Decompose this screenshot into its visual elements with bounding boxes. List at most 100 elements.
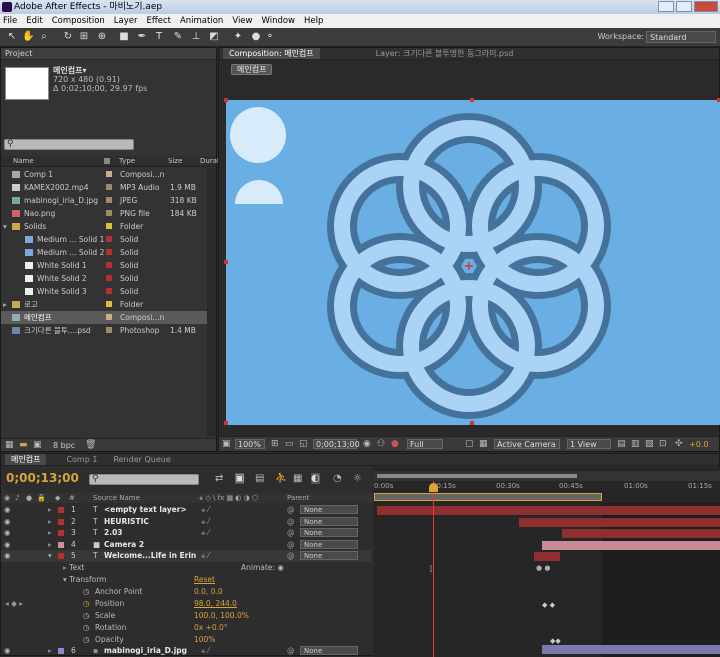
parent-select[interactable]: None (300, 516, 358, 526)
eye-icon[interactable]: ◉ (4, 645, 11, 657)
hide-shy-icon[interactable]: ⛹ (275, 473, 287, 484)
axis-mode-icon[interactable]: ⚬ (264, 31, 276, 43)
label-swatch[interactable] (106, 262, 112, 268)
pen-tool-icon[interactable]: ✒ (136, 31, 148, 43)
interpret-footage-icon[interactable]: ▦ (5, 440, 14, 450)
comp-nav-button[interactable]: 메인컴프 (231, 64, 273, 75)
label-swatch[interactable] (58, 507, 64, 513)
toggle-pixel-icon[interactable]: ▤ (617, 439, 626, 449)
lock-icon[interactable]: 🔒 (37, 493, 46, 503)
disclosure-closed-icon[interactable]: ▸ (3, 298, 7, 311)
column-source-name[interactable]: Source Name (93, 493, 140, 503)
column-name[interactable]: Name (13, 156, 34, 167)
snapshot-icon[interactable]: ◉ (363, 439, 371, 449)
table-row[interactable]: ◉ ▸ 3 T 2.03 ⚹ ⁄ @ None (1, 527, 371, 539)
layer-switches-icon[interactable]: ⚹ ⁄ (201, 645, 209, 657)
list-item[interactable]: Nao.png PNG file 184 KB (1, 207, 216, 220)
trash-icon[interactable]: 🗑 (85, 440, 96, 450)
tab-comp-1[interactable]: Comp 1 (58, 454, 105, 465)
solo-icon[interactable]: ● (26, 493, 32, 503)
menu-window[interactable]: Window (261, 16, 295, 26)
camera-tool-icon[interactable]: ⊞ (78, 31, 90, 43)
exposure-value[interactable]: +0.0 (689, 440, 708, 449)
parent-select[interactable]: None (300, 551, 358, 560)
label-swatch[interactable] (106, 223, 112, 229)
stopwatch-active-icon[interactable]: ◷ (83, 599, 90, 608)
menu-edit[interactable]: Edit (26, 16, 42, 26)
label-swatch[interactable] (106, 288, 112, 294)
pick-whip-icon[interactable]: @ (287, 645, 295, 657)
new-comp-icon[interactable]: ▣ (33, 440, 42, 450)
roi-icon[interactable]: ▢ (465, 439, 474, 449)
project-tab[interactable]: Project (1, 48, 216, 60)
label-swatch[interactable] (58, 541, 64, 548)
rotate-tool-icon[interactable]: ↻ (62, 31, 74, 43)
label-swatch[interactable] (106, 249, 112, 255)
pick-whip-icon[interactable]: @ (287, 539, 295, 551)
composition-tab[interactable]: Composition: 메인컴프 (223, 48, 320, 59)
label-swatch[interactable] (106, 314, 112, 320)
playhead[interactable] (433, 481, 434, 657)
time-graph[interactable]: 0:00s 00:15s 00:30s 00:45s 01:00s 01:15s… (374, 467, 720, 657)
stopwatch-icon[interactable]: ◷ (83, 587, 90, 596)
audio-toggle-icon[interactable]: ♪ (15, 493, 19, 503)
viewer-timecode[interactable]: 0;00;13;00 (313, 439, 360, 449)
parent-select[interactable]: None (300, 505, 358, 514)
mask-view-icon[interactable]: ◱ (299, 439, 308, 449)
eye-icon[interactable]: ◉ (4, 516, 11, 528)
project-search-input[interactable]: ⚲ (4, 139, 134, 150)
handle-icon[interactable] (470, 421, 474, 425)
puppet-tool-icon[interactable]: ✦ (232, 31, 244, 43)
column-size[interactable]: Size (168, 156, 182, 167)
project-scrollbar[interactable] (207, 168, 216, 436)
pick-whip-icon[interactable]: @ (287, 504, 295, 516)
views-select[interactable]: 1 View (567, 439, 611, 449)
show-snapshot-icon[interactable]: ⚇ (377, 439, 385, 449)
layer-bar[interactable] (542, 540, 720, 550)
layer-bar[interactable] (519, 517, 720, 527)
label-swatch[interactable] (106, 236, 112, 242)
animate-menu[interactable]: Animate: ◉ (241, 563, 284, 572)
fast-preview-icon[interactable]: ▥ (631, 439, 640, 449)
workspace-select[interactable]: Standard (646, 31, 716, 43)
list-item[interactable]: ▾ Solids Folder (1, 220, 216, 233)
list-item[interactable]: ▸ 로고 Folder (1, 298, 216, 311)
opacity-value[interactable]: 100% (194, 635, 215, 644)
scale-value[interactable]: 100.0, 100.0% (194, 611, 249, 620)
rotation-value[interactable]: 0x +0.0° (194, 623, 228, 632)
channel-icon[interactable]: ● (391, 439, 399, 449)
hand-tool-icon[interactable]: ✋ (22, 31, 34, 43)
comp-mini-flowchart-icon[interactable]: ⇄ (215, 473, 223, 484)
parent-select[interactable]: None (300, 646, 358, 655)
eye-icon[interactable]: ◉ (4, 550, 11, 562)
column-parent[interactable]: Parent (287, 493, 309, 503)
transform-group-label[interactable]: ▾ Transform (63, 575, 106, 584)
work-area-bar[interactable] (374, 493, 602, 501)
tab-main-comp[interactable]: 메인컴프 (5, 454, 47, 465)
position-value[interactable]: 98.0, 244.0 (194, 599, 237, 608)
label-swatch[interactable] (106, 275, 112, 281)
brush-tool-icon[interactable]: ✎ (172, 31, 184, 43)
table-row[interactable]: ◉ ▸ 6 ▪ mabinogi_iria_D.jpg ⚹ ⁄ @ None (1, 645, 371, 657)
disclosure-closed-icon[interactable]: ▸ (48, 645, 52, 657)
eye-icon[interactable]: ◉ (4, 527, 11, 539)
label-swatch[interactable] (58, 518, 64, 525)
current-time[interactable]: 0;00;13;00 (6, 471, 79, 485)
layer-switches-icon[interactable]: ⚹ ⁄ (201, 527, 209, 539)
list-item[interactable]: White Solid 2 Solid (1, 272, 216, 285)
frame-blending-icon[interactable]: ▦ (293, 473, 302, 484)
preview-icon[interactable]: ▣ (222, 439, 231, 449)
layer-tab[interactable]: Layer: 크기다른 블투명한 동그라미.psd (370, 48, 520, 59)
eye-icon[interactable]: ◉ (4, 504, 11, 516)
label-swatch[interactable] (106, 301, 112, 307)
keyframe-icon[interactable]: ● ● (536, 564, 550, 572)
column-duration[interactable]: Durat (200, 156, 220, 167)
table-row[interactable]: ◉ ▸ 2 T HEURISTIC ⚹ ⁄ @ None (1, 516, 371, 528)
column-type[interactable]: Type (119, 156, 135, 167)
menu-help[interactable]: Help (304, 16, 323, 26)
stopwatch-icon[interactable]: ◷ (83, 623, 90, 632)
resolution-select[interactable]: Full (407, 439, 443, 449)
bpc-button[interactable]: 8 bpc (53, 441, 75, 450)
reset-link[interactable]: Reset (194, 575, 215, 584)
menu-animation[interactable]: Animation (180, 16, 223, 26)
